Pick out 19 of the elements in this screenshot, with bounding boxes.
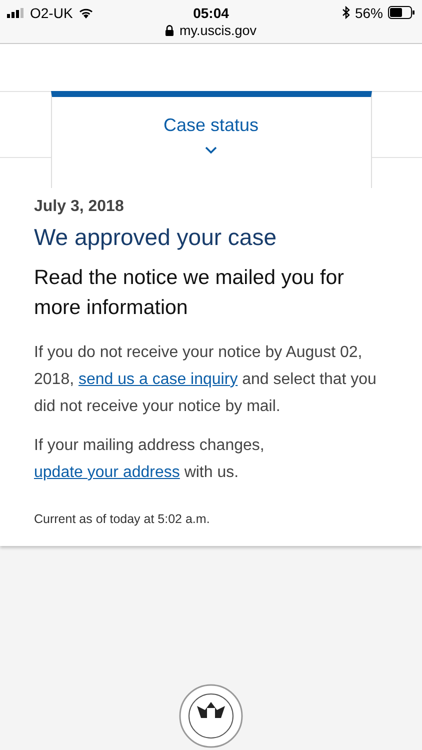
case-date: July 3, 2018 [34, 198, 125, 216]
inline-link[interactable]: send us a case inquiry [78, 371, 238, 388]
inline-link[interactable]: update your address [34, 464, 180, 481]
case-title: We approved your case [34, 224, 278, 251]
wifi-icon [78, 6, 94, 18]
case-paragraph: If your mailing address changes, update your address with us. [34, 436, 266, 483]
bluetooth-icon [342, 6, 350, 19]
case-subtitle: Read the notice we mailed you for more information [34, 265, 345, 321]
case-status-tab[interactable]: Case status [50, 91, 372, 188]
lock-icon [165, 25, 174, 36]
case-paragraph: If you do not receive your notice by August 02, 2018, send us a case inquiry and select that you did not receive your notice by mail. [34, 343, 378, 417]
update-time: Current as of today at 5:02 a.m. [34, 512, 211, 526]
url-text[interactable]: my.uscis.gov [179, 23, 257, 38]
chevron-down-icon [205, 146, 217, 154]
clock-time: 05:04 [193, 4, 229, 20]
battery-icon [388, 6, 415, 19]
battery-percent: 56% [354, 4, 383, 20]
carrier-name: O2-UK [30, 4, 73, 20]
signal-icon [7, 8, 25, 18]
